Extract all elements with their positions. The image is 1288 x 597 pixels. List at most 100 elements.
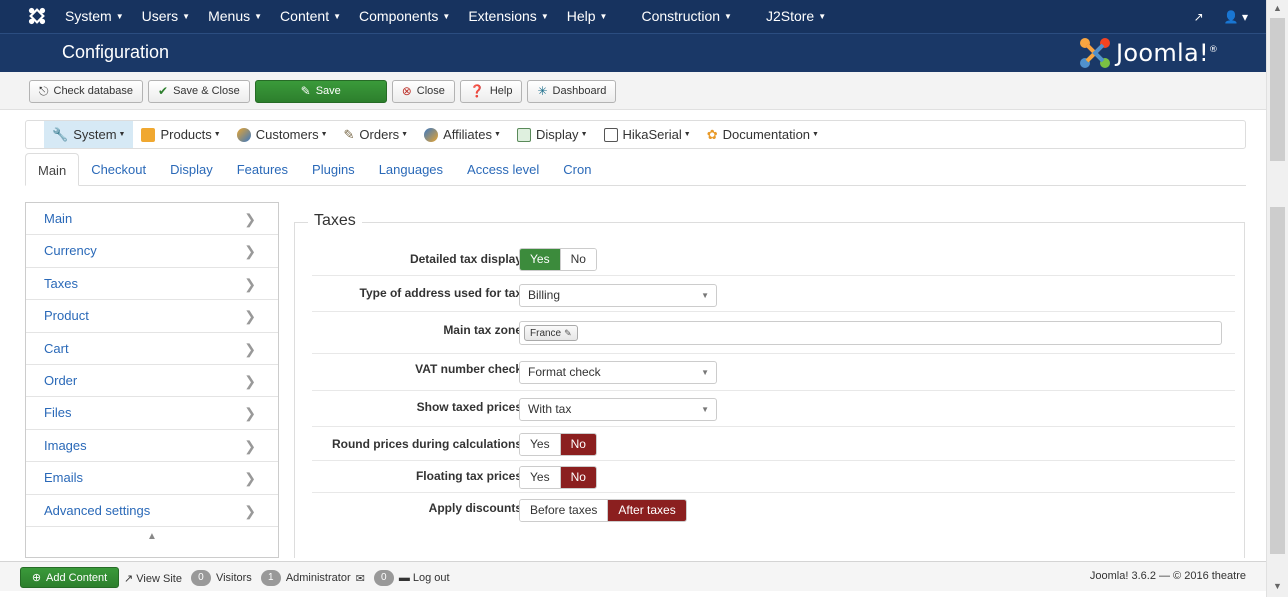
dashboard-button[interactable]: ✳ Dashboard <box>527 80 617 103</box>
config-tabs: Main Checkout Display Features Plugins L… <box>25 153 1246 186</box>
affiliates-icon <box>424 127 439 142</box>
tab-display[interactable]: Display <box>158 153 225 186</box>
scrollbar-thumb[interactable] <box>1270 207 1285 554</box>
tab-features[interactable]: Features <box>225 153 300 186</box>
compmenu-hikaserial[interactable]: HikaSerial ▼ <box>596 121 699 148</box>
tab-access-level[interactable]: Access level <box>455 153 551 186</box>
user-icon[interactable]: 👤 ▾ <box>1224 10 1248 24</box>
zone-tag[interactable]: France ✎ <box>524 325 578 341</box>
joomla-logo-icon[interactable] <box>28 6 46 26</box>
round-prices-label: Round prices during calculations <box>331 437 522 451</box>
compmenu-orders[interactable]: ✎ Orders ▼ <box>336 121 417 148</box>
database-check-icon: ⎋ <box>39 84 49 98</box>
admin-menubar: System ▼ Users ▼ Menus ▼ Content ▼ Component… <box>0 0 1266 33</box>
round-prices-no[interactable]: No <box>559 434 596 455</box>
compmenu-documentation[interactable]: ✿ Documentation ▼ <box>699 121 827 148</box>
envelope-icon[interactable]: ✉ <box>356 572 365 585</box>
tab-plugins[interactable]: Plugins <box>300 153 367 186</box>
check-database-button[interactable]: ⎋ Check database <box>29 80 143 103</box>
pencil-icon[interactable]: ✎ <box>564 328 572 338</box>
checkmark-icon: ✔ <box>158 84 169 98</box>
joomla-brand-icon <box>1080 38 1110 68</box>
scroll-down-arrow-icon[interactable]: ▼ <box>1273 581 1282 591</box>
tab-main[interactable]: Main <box>25 153 80 186</box>
section-nav-advanced-settings[interactable]: Advanced settings ❯ <box>26 495 278 527</box>
floating-tax-toggle: Yes No <box>519 466 597 489</box>
apply-discounts-before[interactable]: Before taxes <box>520 500 608 521</box>
scrollbar-thumb-upper[interactable] <box>1270 18 1285 161</box>
minus-icon: ▬ <box>398 572 410 584</box>
view-site-link[interactable]: ↗ View Site <box>124 572 182 585</box>
add-content-button[interactable]: ⊕ Add Content <box>20 567 119 588</box>
logout-link[interactable]: ▬ Log out <box>399 572 450 584</box>
chevron-right-icon: ❯ <box>244 243 256 260</box>
chevron-right-icon: ❯ <box>244 502 256 519</box>
section-nav-order[interactable]: Order ❯ <box>26 365 278 398</box>
menu-users[interactable]: Users ▼ <box>133 0 199 33</box>
vat-check-select[interactable]: Format check ▼ <box>519 361 717 384</box>
main-tax-zone-input[interactable]: France ✎ <box>519 321 1222 345</box>
save-button[interactable]: ✎ Save <box>254 80 387 103</box>
row-address-type: Type of address used for tax Billing ▼ <box>312 276 1235 312</box>
question-icon: ❓ <box>469 84 485 98</box>
menu-construction[interactable]: Construction ▼ <box>632 0 741 33</box>
page-header: Configuration Joomla!® <box>0 33 1266 72</box>
scroll-up-arrow-icon[interactable]: ▲ <box>1273 3 1282 13</box>
row-show-taxed-prices: Show taxed prices With tax ▼ <box>312 391 1235 427</box>
external-link-icon[interactable]: ↗ <box>1194 10 1204 24</box>
section-nav-files[interactable]: Files ❯ <box>26 397 278 430</box>
section-nav-emails[interactable]: Emails ❯ <box>26 462 278 495</box>
visitors-label: Visitors <box>215 572 252 584</box>
detailed-tax-display-yes[interactable]: Yes <box>520 249 560 270</box>
show-taxed-prices-label: Show taxed prices <box>416 400 522 414</box>
floating-tax-label: Floating tax prices <box>415 469 522 483</box>
documentation-icon: ✿ <box>706 127 718 142</box>
compmenu-affiliates[interactable]: Affiliates ▼ <box>416 121 509 148</box>
menu-system[interactable]: System ▼ <box>56 0 133 33</box>
floating-tax-yes[interactable]: Yes <box>520 467 560 488</box>
version-info: Joomla! 3.6.2 — © 2016 theatre <box>1089 570 1246 582</box>
apply-discounts-after[interactable]: After taxes <box>607 500 686 521</box>
window-scrollbar[interactable]: ▲ ▼ <box>1266 0 1288 597</box>
system-icon: 🔧 <box>52 127 69 142</box>
round-prices-yes[interactable]: Yes <box>520 434 560 455</box>
compmenu-products[interactable]: Products ▼ <box>133 121 228 148</box>
menu-content[interactable]: Content ▼ <box>271 0 350 33</box>
compmenu-customers[interactable]: Customers ▼ <box>229 121 336 148</box>
admin-count-badge: 1 <box>260 570 281 586</box>
close-button[interactable]: ⊗ Close <box>391 80 455 103</box>
save-close-button[interactable]: ✔ Save & Close <box>148 80 250 103</box>
tab-cron[interactable]: Cron <box>551 153 603 186</box>
row-round-prices: Round prices during calculations Yes No <box>312 427 1235 461</box>
menu-j2store[interactable]: J2Store ▼ <box>757 0 835 33</box>
section-nav-cart[interactable]: Cart ❯ <box>26 333 278 365</box>
show-taxed-prices-select[interactable]: With tax ▼ <box>519 398 717 421</box>
visitors-count-badge: 0 <box>190 570 211 586</box>
help-button[interactable]: ❓ Help <box>459 80 523 103</box>
compmenu-system[interactable]: 🔧 System ▼ <box>44 121 134 148</box>
menu-menus[interactable]: Menus ▼ <box>199 0 271 33</box>
menu-help[interactable]: Help ▼ <box>558 0 617 33</box>
tab-languages[interactable]: Languages <box>367 153 455 186</box>
address-type-select[interactable]: Billing ▼ <box>519 284 717 307</box>
dashboard-icon: ✳ <box>537 84 548 98</box>
floating-tax-no[interactable]: No <box>559 467 596 488</box>
section-nav-main[interactable]: Main ❯ <box>26 203 278 236</box>
detailed-tax-display-no[interactable]: No <box>559 249 596 270</box>
scroll-up-icon[interactable]: ▲ <box>26 527 278 542</box>
menu-components[interactable]: Components ▼ <box>350 0 459 33</box>
apply-discounts-label: Apply discounts <box>428 501 522 515</box>
section-nav-images[interactable]: Images ❯ <box>26 430 278 463</box>
taxes-legend: Taxes <box>308 212 362 230</box>
products-icon <box>141 127 156 142</box>
chevron-right-icon: ❯ <box>244 437 256 454</box>
chevron-right-icon: ❯ <box>244 340 256 357</box>
menu-extensions[interactable]: Extensions ▼ <box>459 0 557 33</box>
compmenu-display[interactable]: Display ▼ <box>509 121 596 148</box>
section-nav-taxes[interactable]: Taxes ❯ <box>26 268 278 301</box>
tab-checkout[interactable]: Checkout <box>79 153 158 186</box>
section-nav-currency[interactable]: Currency ❯ <box>26 235 278 268</box>
toolbar-area: ⎋ Check database ✔ Save & Close ✎ Save ⊗… <box>0 72 1266 110</box>
orders-icon: ✎ <box>343 127 355 142</box>
section-nav-product[interactable]: Product ❯ <box>26 300 278 333</box>
